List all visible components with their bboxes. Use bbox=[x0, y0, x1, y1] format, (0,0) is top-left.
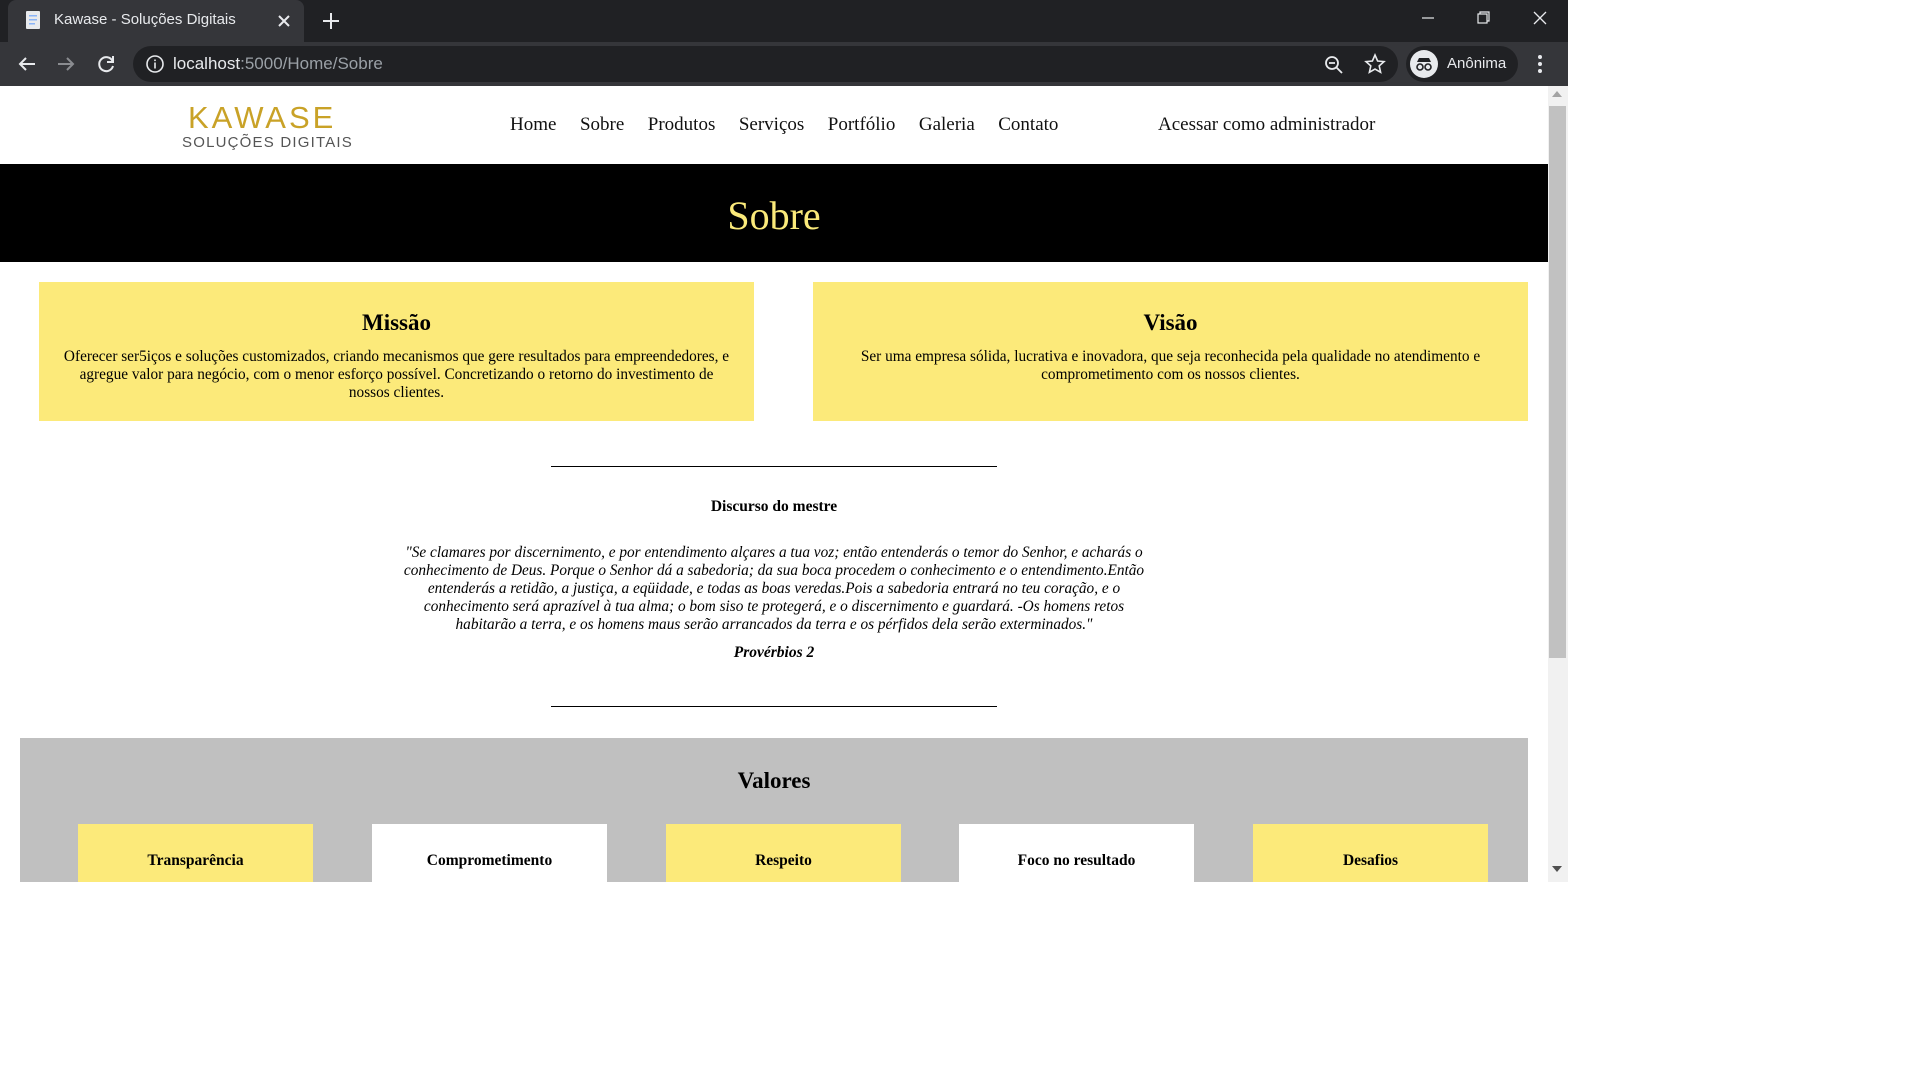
nav-link-servicos[interactable]: Serviços bbox=[739, 114, 804, 136]
values-section: Valores Transparência Comprometimento Re… bbox=[20, 738, 1528, 882]
scrollbar-thumb[interactable] bbox=[1549, 106, 1566, 658]
nav-link-home[interactable]: Home bbox=[510, 114, 556, 136]
browser-tab-bar: Kawase - Soluções Digitais bbox=[0, 0, 1568, 42]
nav-link-portfolio[interactable]: Portfólio bbox=[828, 114, 896, 136]
browser-toolbar: localhost:5000/Home/Sobre Anônima bbox=[0, 42, 1568, 86]
page-title: Sobre bbox=[727, 193, 821, 238]
close-tab-icon[interactable] bbox=[274, 11, 294, 31]
hero-banner: Sobre bbox=[0, 164, 1548, 262]
new-tab-icon[interactable] bbox=[319, 9, 343, 33]
profile-button[interactable]: Anônima bbox=[1406, 46, 1518, 82]
page-icon bbox=[26, 11, 40, 29]
value-label: Foco no resultado bbox=[1017, 852, 1136, 869]
page-viewport: KAWASE SOLUÇÕES DIGITAIS Home Sobre Prod… bbox=[0, 86, 1548, 882]
value-card-comprometimento: Comprometimento bbox=[372, 824, 607, 882]
value-card-desafios: Desafios bbox=[1253, 824, 1488, 882]
nav-link-galeria[interactable]: Galeria bbox=[919, 114, 975, 136]
quote-reference: Provérbios 2 bbox=[733, 644, 815, 661]
nav-link-contato[interactable]: Contato bbox=[998, 114, 1058, 136]
speech-title: Discurso do mestre bbox=[710, 498, 838, 515]
incognito-icon bbox=[1410, 50, 1438, 78]
site-info-icon[interactable] bbox=[145, 54, 165, 74]
url-host: localhost bbox=[173, 54, 241, 73]
visao-card: Visão Ser uma empresa sólida, lucrativa … bbox=[813, 282, 1528, 421]
values-title: Valores bbox=[737, 768, 811, 793]
value-card-respeito: Respeito bbox=[666, 824, 901, 882]
bookmark-star-icon[interactable] bbox=[1364, 53, 1386, 75]
nav-link-sobre[interactable]: Sobre bbox=[580, 114, 624, 136]
url-path: :5000/Home/Sobre bbox=[240, 54, 383, 73]
close-window-icon[interactable] bbox=[1525, 6, 1555, 30]
value-label: Respeito bbox=[755, 852, 812, 869]
kawase-logo[interactable]: KAWASE SOLUÇÕES DIGITAIS bbox=[182, 100, 352, 154]
speech-quote: "Se clamares por discernimento, e por en… bbox=[403, 544, 1145, 633]
back-icon[interactable] bbox=[15, 52, 39, 76]
value-label: Desafios bbox=[1342, 852, 1399, 869]
url-text[interactable]: localhost:5000/Home/Sobre bbox=[173, 54, 383, 74]
logo-main-text: KAWASE bbox=[188, 100, 337, 135]
missao-title: Missão bbox=[362, 310, 431, 335]
nav-link-produtos[interactable]: Produtos bbox=[648, 114, 716, 136]
visao-title: Visão bbox=[1143, 310, 1198, 335]
value-card-foco: Foco no resultado bbox=[959, 824, 1194, 882]
divider-bottom bbox=[551, 706, 997, 707]
site-navbar: KAWASE SOLUÇÕES DIGITAIS Home Sobre Prod… bbox=[0, 86, 1548, 164]
tab-title: Kawase - Soluções Digitais bbox=[54, 11, 236, 28]
value-label: Transparência bbox=[147, 852, 244, 869]
nav-links: Home Sobre Produtos Serviços Portfólio G… bbox=[510, 114, 1082, 136]
zoom-icon[interactable] bbox=[1323, 54, 1345, 76]
scroll-up-arrow-icon[interactable] bbox=[1552, 91, 1562, 97]
profile-label: Anônima bbox=[1447, 55, 1507, 72]
admin-login-link[interactable]: Acessar como administrador bbox=[1158, 114, 1375, 136]
browser-tab[interactable]: Kawase - Soluções Digitais bbox=[8, 0, 304, 42]
logo-sub-text: SOLUÇÕES DIGITAIS bbox=[182, 134, 353, 151]
visao-text: Ser uma empresa sólida, lucrativa e inov… bbox=[860, 348, 1481, 383]
value-card-transparencia: Transparência bbox=[78, 824, 313, 882]
minimize-icon[interactable] bbox=[1413, 6, 1443, 30]
scroll-down-arrow-icon[interactable] bbox=[1552, 866, 1562, 872]
value-label: Comprometimento bbox=[426, 852, 553, 869]
reload-icon[interactable] bbox=[94, 52, 118, 76]
browser-menu-icon[interactable] bbox=[1530, 52, 1550, 76]
missao-text: Oferecer ser5iços e soluções customizado… bbox=[63, 348, 730, 401]
address-bar[interactable]: localhost:5000/Home/Sobre bbox=[133, 46, 1398, 82]
restore-icon[interactable] bbox=[1468, 6, 1498, 30]
missao-card: Missão Oferecer ser5iços e soluções cust… bbox=[39, 282, 754, 421]
divider-top bbox=[551, 466, 997, 467]
forward-icon[interactable] bbox=[54, 52, 78, 76]
